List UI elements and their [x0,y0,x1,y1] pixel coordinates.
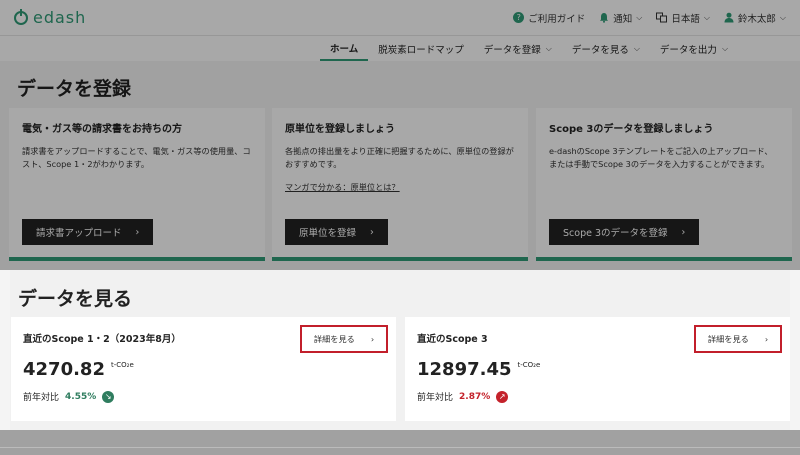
nav-export[interactable]: データを出力 ⌵ [650,36,738,61]
scope12-card: 直近のScope 1・2（2023年8月） 4270.82 t-CO₂e 前年対… [11,317,396,421]
card-title: 電気・ガス等の請求書をお持ちの方 [22,124,182,135]
compare-value: 2.87% [459,391,491,402]
main-nav: ホーム 脱炭素ロードマップ データを登録 ⌵ データを見る ⌵ データを出力 ⌵ [0,36,800,61]
card-title: Scope 3のデータを登録しましょう [549,124,714,135]
compare-label: 前年対比 [23,393,60,403]
guide-link[interactable]: ? ご利用ガイド [513,11,585,25]
trend-up-icon: ↗ [496,390,509,403]
button-label: Scope 3のデータを登録 [563,228,668,239]
header-actions: ? ご利用ガイド 通知 ⌵ 日本語 ⌵ 鈴木太郎 ⌵ [513,11,786,25]
language-menu[interactable]: 日本語 ⌵ [656,11,710,25]
chevron-right-icon: › [370,334,375,344]
guide-label: ご利用ガイド [528,13,586,25]
view-data-panel: データを見る 直近のScope 1・2（2023年8月） 4270.82 t-C… [10,270,790,430]
register-intensity-button[interactable]: 原単位を登録 › [285,219,388,245]
upload-invoice-button[interactable]: 請求書アップロード › [22,219,154,245]
register-scope3-button[interactable]: Scope 3のデータを登録 › [549,219,700,245]
nav-roadmap[interactable]: 脱炭素ロードマップ [368,36,474,61]
card-description: 各拠点の排出量をより正確に把握するために、原単位の登録がおすすめです。 [285,146,514,169]
nav-label: データを登録 [483,44,541,56]
emission-unit: t-CO₂e [110,361,134,369]
register-card-scope3: Scope 3のデータを登録しましょう e-dashのScope 3テンプレート… [536,108,792,261]
nav-label: 脱炭素ロードマップ [378,44,464,56]
top-bar: edash ? ご利用ガイド 通知 ⌵ 日本語 ⌵ 鈴木太郎 ⌵ [0,0,800,36]
scope3-card: 直近のScope 3 12897.45 t-CO₂e 前年対比 2.87% ↗ … [405,317,790,421]
user-name: 鈴木太郎 [737,13,776,25]
notice-menu[interactable]: 通知 ⌵ [599,11,642,25]
divider [0,447,800,448]
notice-label: 通知 [613,13,633,25]
nav-register[interactable]: データを登録 ⌵ [474,36,562,61]
view-title: データを見る [18,288,133,310]
nav-view[interactable]: データを見る ⌵ [562,36,650,61]
bell-icon [600,13,609,23]
chevron-down-icon: ⌵ [703,12,710,22]
logo-text: edash [33,8,87,27]
register-card-intensity: 原単位を登録しましょう 各拠点の排出量をより正確に把握するために、原単位の登録が… [272,108,528,261]
chevron-down-icon: ⌵ [636,12,643,22]
register-card-invoice: 電気・ガス等の請求書をお持ちの方 請求書をアップロードすることで、電気・ガス等の… [9,108,265,261]
button-label: 請求書アップロード [36,228,122,239]
trend-down-icon: ↘ [102,390,115,403]
scope3-detail-button[interactable]: 詳細を見る › [694,325,782,353]
user-menu[interactable]: 鈴木太郎 ⌵ [724,11,786,25]
logo[interactable]: edash [14,8,86,27]
nav-label: データを出力 [659,44,717,56]
dim-overlay-bottom [0,430,800,455]
chevron-right-icon: › [135,226,140,238]
emission-unit: t-CO₂e [517,361,541,369]
chevron-right-icon: › [370,226,374,238]
chevron-down-icon: ⌵ [545,43,552,53]
card-description: 請求書をアップロードすることで、電気・ガス等の使用量、コスト、Scope 1・2… [22,146,251,169]
emission-value: 4270.82 [23,359,105,380]
nav-home[interactable]: ホーム [320,36,369,61]
chevron-down-icon: ⌵ [721,43,729,53]
card-description: e-dashのScope 3テンプレートをご記入の上アップロード、または手動でS… [549,146,773,169]
nav-label: ホーム [330,43,359,55]
chevron-down-icon: ⌵ [779,12,786,22]
scope12-detail-button[interactable]: 詳細を見る › [300,325,388,353]
button-label: 詳細を見る [313,334,355,344]
nav-label: データを見る [571,44,629,56]
register-title: データを登録 [17,78,132,100]
button-label: 詳細を見る [707,334,749,344]
button-label: 原単位を登録 [299,228,357,239]
power-icon [14,8,28,25]
emission-value: 12897.45 [417,359,512,380]
user-icon [724,12,734,23]
card-title: 原単位を登録しましょう [285,124,395,135]
help-icon: ? [513,12,525,23]
compare-value: 4.55% [65,391,97,402]
language-label: 日本語 [671,13,700,25]
chevron-right-icon: › [764,334,769,344]
compare-label: 前年対比 [417,393,454,403]
language-icon [656,12,668,23]
chevron-right-icon: › [681,226,686,238]
manga-link[interactable]: マンガで分かる：原単位とは？ [285,181,400,193]
chevron-down-icon: ⌵ [633,43,640,53]
